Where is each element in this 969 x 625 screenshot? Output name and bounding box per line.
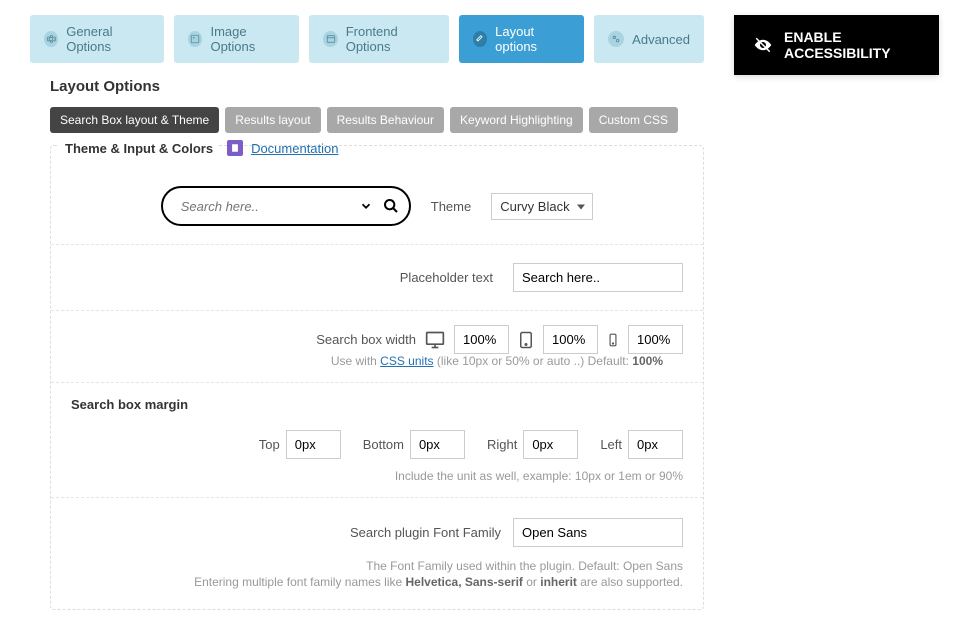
sub-tabs: Search Box layout & Theme Results layout…	[50, 107, 704, 133]
font-helper-2: Entering multiple font family names like…	[71, 575, 683, 589]
desktop-icon	[424, 330, 446, 350]
search-icon[interactable]	[383, 198, 399, 214]
tab-label: General Options	[66, 24, 150, 54]
margin-bottom-input[interactable]	[410, 430, 465, 459]
subtab-results-layout[interactable]: Results layout	[225, 107, 320, 133]
accessibility-icon	[752, 36, 774, 54]
documentation-link[interactable]: Documentation	[251, 141, 338, 156]
main-panel: General Options Image Options Frontend O…	[30, 15, 704, 610]
tab-frontend-options[interactable]: Frontend Options	[309, 15, 448, 63]
theme-label: Theme	[431, 199, 471, 214]
width-label: Search box width	[316, 332, 416, 347]
subtab-custom-css[interactable]: Custom CSS	[589, 107, 678, 133]
margin-top-input[interactable]	[286, 430, 341, 459]
theme-select[interactable]: Curvy Black	[491, 193, 593, 220]
margin-right-label: Right	[487, 437, 517, 452]
gear-icon	[44, 31, 58, 47]
margin-section: Search box margin Top Bottom Right Left …	[51, 383, 703, 498]
font-family-input[interactable]	[513, 518, 683, 547]
font-section: Search plugin Font Family The Font Famil…	[51, 498, 703, 609]
width-tablet-input[interactable]	[543, 325, 598, 354]
margin-left-input[interactable]	[628, 430, 683, 459]
tab-layout-options[interactable]: Layout options	[459, 15, 584, 63]
brush-icon	[473, 31, 487, 47]
image-icon	[188, 31, 202, 47]
subtab-results-behaviour[interactable]: Results Behaviour	[327, 107, 444, 133]
margin-helper: Include the unit as well, example: 10px …	[71, 459, 683, 483]
theme-row: Theme Curvy Black	[51, 168, 703, 245]
tab-label: Advanced	[632, 32, 690, 47]
search-preview	[161, 186, 411, 226]
content-box: Theme & Input & Colors Documentation The…	[50, 145, 704, 610]
tablet-icon	[517, 330, 535, 350]
width-row: Search box width	[71, 325, 683, 354]
tab-image-options[interactable]: Image Options	[174, 15, 299, 63]
tab-label: Image Options	[210, 24, 285, 54]
placeholder-input[interactable]	[513, 263, 683, 292]
margin-top-label: Top	[259, 437, 280, 452]
margin-left-label: Left	[600, 437, 622, 452]
window-icon	[323, 31, 337, 47]
tab-label: Layout options	[495, 24, 570, 54]
enable-accessibility-button[interactable]: ENABLE ACCESSIBILITY	[734, 15, 939, 75]
width-phone-input[interactable]	[628, 325, 683, 354]
phone-icon	[606, 330, 620, 350]
tab-label: Frontend Options	[346, 24, 435, 54]
cogs-icon	[608, 31, 624, 47]
chevron-down-icon[interactable]	[359, 199, 373, 213]
subsection-header: Theme & Input & Colors Documentation	[51, 138, 703, 168]
margin-title: Search box margin	[71, 397, 683, 412]
subtab-search-box-layout[interactable]: Search Box layout & Theme	[50, 107, 219, 133]
side-panel: ENABLE ACCESSIBILITY	[734, 15, 939, 610]
margin-right-input[interactable]	[523, 430, 578, 459]
width-helper: Use with CSS units (like 10px or 50% or …	[71, 354, 683, 382]
font-helper-1: The Font Family used within the plugin. …	[71, 555, 683, 575]
placeholder-label: Placeholder text	[400, 270, 493, 285]
tab-advanced[interactable]: Advanced	[594, 15, 704, 63]
accessibility-label: ENABLE ACCESSIBILITY	[784, 29, 921, 61]
tab-general-options[interactable]: General Options	[30, 15, 164, 63]
search-preview-input[interactable]	[181, 199, 359, 214]
section-title: Layout Options	[50, 78, 704, 95]
nav-tabs: General Options Image Options Frontend O…	[30, 15, 704, 63]
margin-bottom-label: Bottom	[363, 437, 404, 452]
subsection-title: Theme & Input & Colors	[59, 141, 219, 156]
placeholder-row: Placeholder text	[51, 245, 703, 311]
font-label: Search plugin Font Family	[350, 525, 501, 540]
css-units-link[interactable]: CSS units	[380, 354, 433, 368]
doc-icon	[227, 140, 243, 156]
width-desktop-input[interactable]	[454, 325, 509, 354]
subtab-keyword-highlighting[interactable]: Keyword Highlighting	[450, 107, 583, 133]
